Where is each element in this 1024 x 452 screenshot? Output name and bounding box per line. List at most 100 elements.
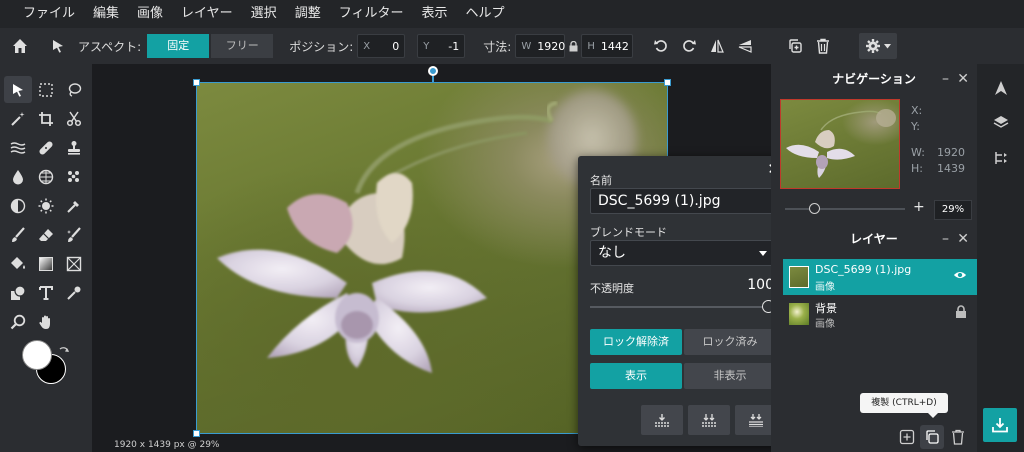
layer-item[interactable]: DSC_5699 (1).jpg 画像 bbox=[783, 259, 977, 295]
merge-visible-button[interactable] bbox=[688, 405, 730, 435]
menu-adjust[interactable]: 調整 bbox=[286, 0, 330, 28]
width-field[interactable]: W 1920 bbox=[515, 34, 566, 58]
dodge-tool-icon[interactable] bbox=[4, 192, 32, 219]
home-icon[interactable] bbox=[6, 32, 34, 60]
menu-edit[interactable]: 編集 bbox=[84, 0, 128, 28]
unlock-button[interactable]: ロック解除済 bbox=[590, 329, 682, 355]
blend-mode-select[interactable]: なし bbox=[590, 240, 776, 266]
navigator-header: ナビゲーション – ✕ bbox=[771, 66, 977, 92]
download-button[interactable] bbox=[983, 408, 1017, 442]
close-icon[interactable]: ✕ bbox=[957, 66, 969, 92]
zoom-value[interactable]: 29% bbox=[934, 200, 972, 220]
navigator-toggle-icon[interactable] bbox=[989, 76, 1013, 100]
zoom-slider[interactable] bbox=[785, 208, 905, 210]
duplicate-layer-button[interactable] bbox=[920, 425, 944, 449]
aspect-fixed-button[interactable]: 固定 bbox=[147, 34, 210, 58]
liquify-tool-icon[interactable] bbox=[4, 134, 32, 161]
brush-tool-icon[interactable] bbox=[4, 221, 32, 248]
height-field[interactable]: H 1442 bbox=[581, 34, 634, 58]
history-toggle-icon[interactable] bbox=[989, 146, 1013, 170]
menu-filter[interactable]: フィルター bbox=[330, 0, 413, 28]
text-tool-icon[interactable] bbox=[32, 279, 60, 306]
show-button[interactable]: 表示 bbox=[590, 363, 682, 389]
brightness-tool-icon[interactable] bbox=[32, 192, 60, 219]
merge-down-button[interactable] bbox=[641, 405, 683, 435]
color-swatches bbox=[22, 340, 72, 390]
navigator-thumbnail[interactable] bbox=[780, 99, 900, 189]
aspect-free-button[interactable]: フリー bbox=[211, 34, 274, 58]
x-value: 0 bbox=[392, 39, 400, 53]
eye-icon[interactable] bbox=[953, 268, 967, 282]
position-x-field[interactable]: X 0 bbox=[357, 34, 406, 58]
lock-button[interactable]: ロック済み bbox=[684, 329, 776, 355]
menu-bar: ファイル 編集 画像 レイヤー 選択 調整 フィルター 表示 ヘルプ bbox=[0, 0, 1024, 28]
duplicate-icon[interactable] bbox=[781, 32, 809, 60]
menu-layer[interactable]: レイヤー bbox=[172, 0, 242, 28]
resize-handle-bl[interactable] bbox=[193, 430, 200, 437]
blend-mode-label: ブレンドモード bbox=[590, 226, 667, 239]
close-icon[interactable]: ✕ bbox=[957, 226, 969, 252]
flip-horizontal-icon[interactable] bbox=[703, 32, 731, 60]
layers-toggle-icon[interactable] bbox=[989, 110, 1013, 134]
chevron-down-icon bbox=[759, 251, 767, 256]
settings-dropdown[interactable] bbox=[859, 33, 898, 59]
menu-select[interactable]: 選択 bbox=[242, 0, 286, 28]
primary-color-swatch[interactable] bbox=[22, 340, 52, 370]
y-value: -1 bbox=[448, 39, 460, 53]
photo-editor-app: ファイル 編集 画像 レイヤー 選択 調整 フィルター 表示 ヘルプ アスペクト… bbox=[0, 0, 1024, 452]
menu-file[interactable]: ファイル bbox=[14, 0, 84, 28]
crop-tool-icon[interactable] bbox=[32, 105, 60, 132]
magic-wand-tool-icon[interactable] bbox=[4, 105, 32, 132]
layer-item[interactable]: 背景 画像 bbox=[783, 296, 977, 332]
smart-brush-tool-icon[interactable] bbox=[60, 221, 88, 248]
minimize-icon[interactable]: – bbox=[942, 226, 949, 252]
rotate-handle[interactable] bbox=[428, 66, 438, 76]
move-tool-icon[interactable] bbox=[44, 32, 72, 60]
blur-tool-icon[interactable] bbox=[4, 163, 32, 190]
menu-view[interactable]: 表示 bbox=[412, 0, 456, 28]
navigator-flower-image bbox=[786, 109, 896, 178]
rotate-right-icon[interactable] bbox=[675, 32, 703, 60]
eyedropper-tool-icon[interactable] bbox=[60, 279, 88, 306]
zoom-slider-knob[interactable] bbox=[809, 203, 820, 214]
color-picker-tool-icon[interactable] bbox=[60, 192, 88, 219]
heal-tool-icon[interactable] bbox=[32, 134, 60, 161]
opacity-label: 不透明度 bbox=[590, 282, 634, 295]
lock-icon[interactable] bbox=[955, 305, 967, 319]
menu-help[interactable]: ヘルプ bbox=[456, 0, 513, 28]
lock-ratio-icon[interactable] bbox=[565, 32, 581, 60]
zoom-tool-icon[interactable] bbox=[4, 308, 32, 335]
stamp-tool-icon[interactable] bbox=[60, 134, 88, 161]
trash-icon[interactable] bbox=[809, 32, 837, 60]
gradient-tool-icon[interactable] bbox=[32, 250, 60, 277]
fill-tool-icon[interactable] bbox=[4, 250, 32, 277]
menu-image[interactable]: 画像 bbox=[128, 0, 172, 28]
swap-colors-icon[interactable] bbox=[58, 345, 70, 357]
rotate-left-icon[interactable] bbox=[647, 32, 675, 60]
eraser-tool-icon[interactable] bbox=[32, 221, 60, 248]
minimize-icon[interactable]: – bbox=[942, 66, 949, 92]
flip-vertical-icon[interactable] bbox=[731, 32, 759, 60]
zoom-in-icon[interactable]: + bbox=[913, 199, 925, 215]
lasso-tool-icon[interactable] bbox=[60, 76, 88, 103]
sponge-tool-icon[interactable] bbox=[32, 163, 60, 190]
shape-tool-icon[interactable] bbox=[4, 279, 32, 306]
layer-name-input[interactable]: DSC_5699 (1).jpg bbox=[590, 188, 776, 214]
pattern-tool-icon[interactable] bbox=[60, 163, 88, 190]
select-arrow-tool-icon[interactable] bbox=[4, 76, 32, 103]
hand-tool-icon[interactable] bbox=[32, 308, 60, 335]
marquee-tool-icon[interactable] bbox=[32, 76, 60, 103]
hide-button[interactable]: 非表示 bbox=[684, 363, 776, 389]
add-layer-icon[interactable] bbox=[899, 429, 915, 445]
layer-name: 背景 bbox=[815, 302, 837, 315]
layer-thumbnail bbox=[789, 303, 809, 325]
cut-tool-icon[interactable] bbox=[60, 105, 88, 132]
resize-handle-tl[interactable] bbox=[193, 79, 200, 86]
position-label: ポジション: bbox=[289, 39, 354, 54]
resize-handle-tr[interactable] bbox=[664, 79, 671, 86]
opacity-slider[interactable] bbox=[590, 306, 768, 308]
trash-icon[interactable] bbox=[951, 429, 965, 445]
position-y-field[interactable]: Y -1 bbox=[417, 34, 466, 58]
tools-panel bbox=[0, 64, 92, 452]
shape-frame-tool-icon[interactable] bbox=[60, 250, 88, 277]
